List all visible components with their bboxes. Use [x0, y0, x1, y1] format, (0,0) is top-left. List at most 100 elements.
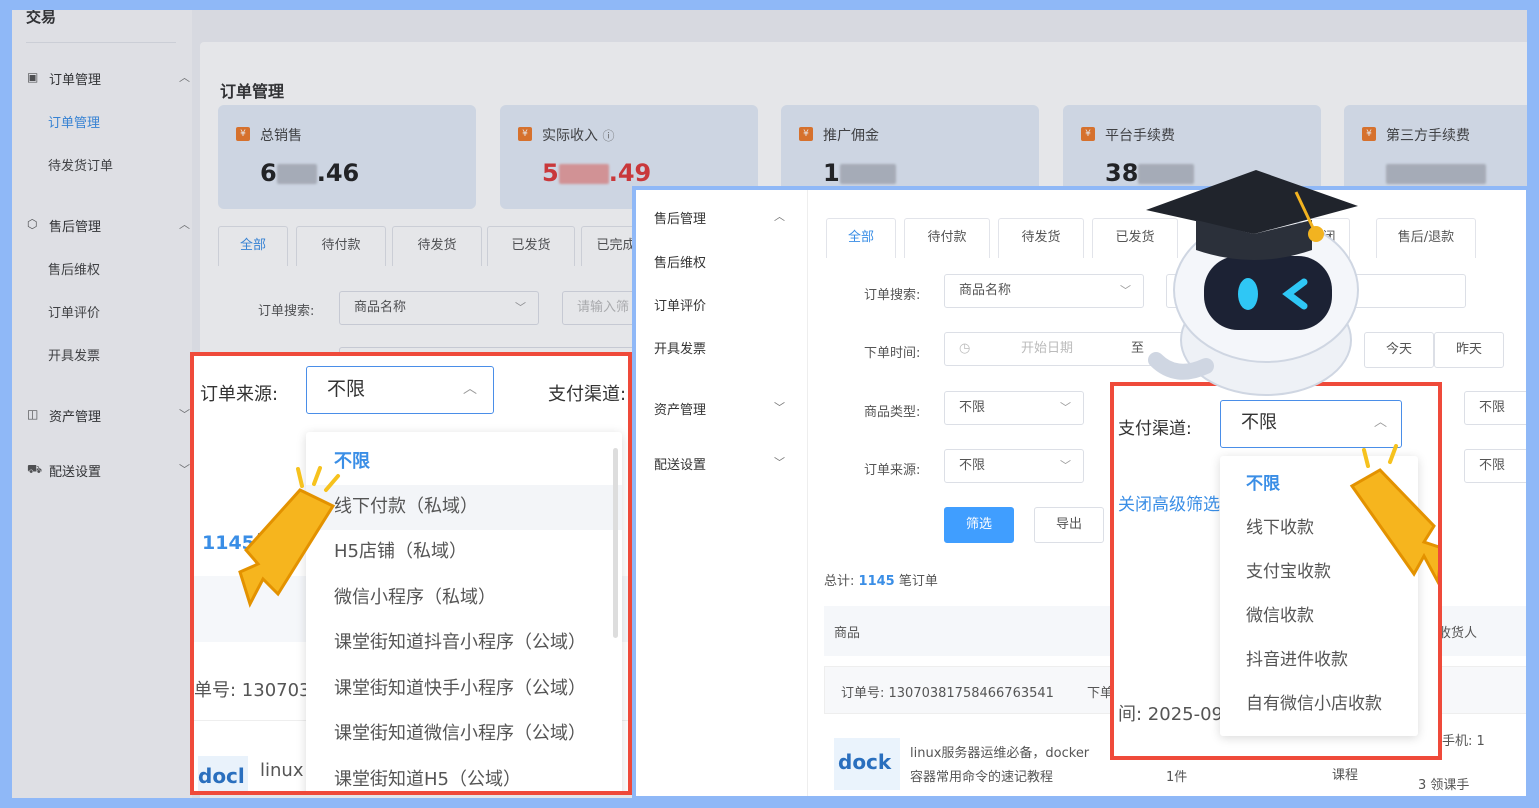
card-label: 平台手续费	[1105, 128, 1175, 144]
wallet-icon: ◫	[27, 407, 39, 421]
option-wechat[interactable]: 微信收款	[1220, 594, 1418, 638]
sidebar-group-delivery[interactable]: 配送设置 ﹀	[654, 454, 794, 473]
filter-button[interactable]: 筛选	[944, 507, 1014, 543]
sidebar-item-order-manage[interactable]: 订单管理	[48, 112, 100, 131]
close-advanced-filter-link[interactable]: 关闭高级筛选	[1118, 490, 1220, 515]
search-label: 订单搜索:	[258, 304, 315, 319]
chevron-up-icon: ︿	[774, 210, 785, 223]
quantity: 1件	[1166, 770, 1188, 785]
sidebar-item-rights[interactable]: 售后维权	[654, 252, 706, 271]
phone: 手机: 1	[1442, 734, 1485, 749]
product-title-line2[interactable]: 容器常用命令的速记教程	[910, 766, 1053, 785]
yesterday-button[interactable]: 昨天	[1434, 332, 1504, 368]
sidebar-group-aftersale[interactable]: 售后管理 ︿	[654, 208, 794, 227]
sidebar-item-rights[interactable]: 售后维权	[48, 259, 100, 278]
column-product: 商品	[834, 626, 861, 641]
order-source-label: 订单来源:	[864, 463, 921, 478]
pay-channel-label: 支付渠道:	[548, 384, 627, 405]
tab-to-ship[interactable]: 待发货	[392, 226, 482, 266]
yuan-icon: ¥	[1081, 127, 1095, 141]
card-label: 实际收入 ⓘ	[542, 128, 615, 144]
sidebar-item-pending-ship[interactable]: 待发货订单	[48, 155, 113, 174]
export-button[interactable]: 导出	[1034, 507, 1104, 543]
card-value: 1	[823, 159, 896, 187]
card-value: 6.46	[260, 159, 360, 187]
clock-icon: ◷	[959, 341, 971, 356]
front-window: 售后管理 ︿ 售后维权 订单评价 开具发票 资产管理 ﹀ 配送设置 ﹀ 全部 待…	[632, 186, 1530, 800]
card-label: 总销售	[260, 128, 302, 144]
sidebar-group-label: 订单管理	[49, 73, 102, 88]
chevron-up-icon: ︿	[179, 71, 190, 84]
pointer-arrow-icon	[238, 466, 340, 608]
tab-shipped[interactable]: 已发货	[487, 226, 575, 266]
search-label: 订单搜索:	[864, 288, 921, 303]
scrollbar[interactable]	[613, 448, 618, 638]
product-type-label: 商品类型:	[864, 405, 921, 420]
sidebar-group-label: 配送设置	[49, 465, 102, 480]
sidebar-item-reviews[interactable]: 订单评价	[48, 302, 100, 321]
order-number: 单号: 130703	[194, 680, 311, 701]
option-douyin-public[interactable]: 课堂街知道抖音小程序（公域）	[306, 621, 622, 666]
product-type-select[interactable]: 不限 ﹀	[944, 391, 1084, 425]
chevron-down-icon: ﹀	[774, 401, 785, 414]
yuan-icon: ¥	[236, 127, 250, 141]
option-douyin[interactable]: 抖音进件收款	[1220, 638, 1418, 682]
front-sidebar: 售后管理 ︿ 售后维权 订单评价 开具发票 资产管理 ﹀ 配送设置 ﹀	[636, 190, 808, 796]
card-value: 5.49	[542, 159, 652, 187]
sidebar-group-assets[interactable]: 资产管理 ﹀	[654, 399, 794, 418]
docker-logo: dock	[838, 750, 892, 774]
search-type-select[interactable]: 商品名称 ﹀	[944, 274, 1144, 308]
option-kuaishou-public[interactable]: 课堂街知道快手小程序（公域）	[306, 667, 622, 712]
product-title-line1[interactable]: linux服务器运维必备，docker	[910, 742, 1089, 761]
sidebar-group-delivery[interactable]: ⛟ 配送设置 ﹀	[27, 461, 190, 480]
sidebar-item-invoice[interactable]: 开具发票	[654, 338, 706, 357]
sidebar-group-orders[interactable]: ▣ 订单管理 ︿	[27, 69, 190, 88]
sidebar-group-label: 售后管理	[49, 220, 102, 235]
sidebar-group-assets[interactable]: ◫ 资产管理 ﹀	[27, 406, 190, 425]
search-input[interactable]: 请输入筛	[562, 291, 642, 325]
tab-to-ship[interactable]: 待发货	[998, 218, 1084, 258]
yuan-icon: ¥	[799, 127, 813, 141]
order-source-select[interactable]: 不限 ﹀	[944, 449, 1084, 483]
yuan-icon: ¥	[1362, 127, 1376, 141]
option-wechat-public[interactable]: 课堂街知道微信小程序（公域）	[306, 712, 622, 757]
right-filter-select-2[interactable]: 不限	[1464, 449, 1526, 483]
info-icon: ⓘ	[602, 129, 615, 143]
sidebar-item-invoice[interactable]: 开具发票	[48, 345, 100, 364]
clipboard-icon: ▣	[27, 70, 39, 84]
product-thumbnail: docl	[198, 756, 248, 791]
chevron-up-icon: ︿	[1373, 415, 1387, 430]
category: 课程	[1332, 768, 1359, 783]
tab-all[interactable]: 全部	[826, 218, 896, 258]
product-thumbnail: dock	[834, 738, 900, 790]
right-filter-select-1[interactable]: 不限	[1464, 391, 1526, 425]
pay-channel-select[interactable]: 不限 ︿	[1220, 400, 1402, 448]
sidebar-group-aftersale[interactable]: ⬡ 售后管理 ︿	[27, 216, 190, 235]
order-time-label: 下单时间:	[864, 346, 921, 361]
option-h5-public[interactable]: 课堂街知道H5（公域）	[306, 758, 622, 791]
option-wechat-shop[interactable]: 自有微信小店收款	[1220, 682, 1418, 726]
zoom-panel-order-source: 订单来源: 不限 ︿ 支付渠道: 1145笔订 单号: 130703 docl …	[190, 352, 632, 795]
divider	[26, 42, 176, 43]
chevron-down-icon: ﹀	[1060, 401, 1071, 414]
total-orders: 总计: 1145 笔订单	[824, 574, 938, 589]
truck-icon: ⛟	[27, 462, 43, 476]
robot-mascot-icon	[1146, 170, 1359, 396]
chevron-down-icon: ﹀	[179, 463, 190, 476]
order-source-label: 订单来源:	[200, 384, 279, 405]
tab-unpaid[interactable]: 待付款	[904, 218, 990, 258]
column-receiver: 收货人	[1438, 626, 1478, 641]
sidebar-title: 交易	[26, 10, 57, 26]
coupon-label: 3 领课手	[1418, 778, 1470, 793]
pay-channel-label: 支付渠道:	[1118, 419, 1192, 439]
tab-aftersale-refund[interactable]: 售后/退款	[1376, 218, 1476, 258]
sidebar-item-reviews[interactable]: 订单评价	[654, 295, 706, 314]
chevron-down-icon: ﹀	[1120, 284, 1131, 297]
chevron-down-icon: ﹀	[1060, 459, 1071, 472]
tab-unpaid[interactable]: 待付款	[296, 226, 386, 266]
search-type-select[interactable]: 商品名称 ﹀	[339, 291, 539, 325]
chevron-down-icon: ﹀	[179, 408, 190, 421]
tab-all[interactable]: 全部	[218, 226, 288, 266]
order-number: 订单号: 13070381758466763541	[841, 686, 1054, 701]
order-source-select[interactable]: 不限 ︿	[306, 366, 494, 414]
